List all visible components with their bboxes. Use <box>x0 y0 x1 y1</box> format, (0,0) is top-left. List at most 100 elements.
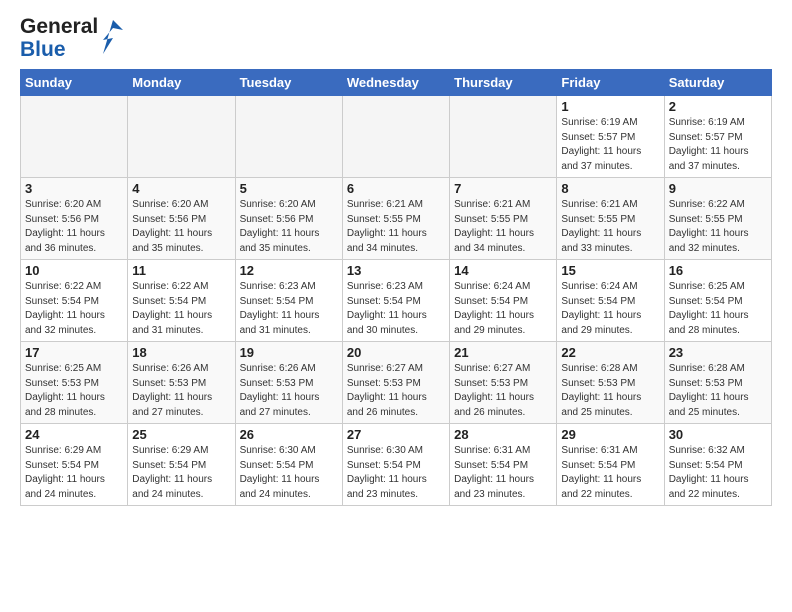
day-number: 12 <box>240 263 338 278</box>
calendar-cell: 30 Sunrise: 6:32 AM Sunset: 5:54 PM Dayli… <box>664 424 771 506</box>
cell-info: Sunrise: 6:23 AM Sunset: 5:54 PM Dayligh… <box>347 280 445 338</box>
logo-icon <box>102 18 124 61</box>
cell-info: Sunrise: 6:25 AM Sunset: 5:54 PM Dayligh… <box>669 280 767 338</box>
calendar-cell: 27Sunrise: 6:30 AM Sunset: 5:54 PM Dayli… <box>342 424 449 506</box>
calendar-cell: 12 Sunrise: 6:23 AM Sunset: 5:54 PM Dayli… <box>235 260 342 342</box>
cell-info: Sunrise: 6:25 AM Sunset: 5:53 PM Dayligh… <box>25 362 123 420</box>
header: General Blue <box>20 16 772 61</box>
logo-general: General <box>20 16 98 38</box>
weekday-header-sunday: Sunday <box>21 70 128 96</box>
day-number: 6 <box>347 181 445 196</box>
cell-info: Sunrise: 6:21 AM Sunset: 5:55 PM Dayligh… <box>561 198 659 256</box>
cell-info: Sunrise: 6:31 AM Sunset: 5:54 PM Dayligh… <box>561 444 659 502</box>
day-number: 24 <box>25 427 123 442</box>
calendar-cell: 8 Sunrise: 6:21 AM Sunset: 5:55 PM Daylig… <box>557 178 664 260</box>
cell-info: Sunrise: 6:20 AM Sunset: 5:56 PM Dayligh… <box>132 198 230 256</box>
day-number: 8 <box>561 181 659 196</box>
cell-info: Sunrise: 6:22 AM Sunset: 5:55 PM Dayligh… <box>669 198 767 256</box>
calendar-week-3: 10 Sunrise: 6:22 AM Sunset: 5:54 PM Dayli… <box>21 260 772 342</box>
weekday-header-monday: Monday <box>128 70 235 96</box>
calendar-cell: 13 Sunrise: 6:23 AM Sunset: 5:54 PM Dayli… <box>342 260 449 342</box>
day-number: 2 <box>669 99 767 114</box>
weekday-header-saturday: Saturday <box>664 70 771 96</box>
weekday-header-friday: Friday <box>557 70 664 96</box>
day-number: 19 <box>240 345 338 360</box>
calendar-cell: 25 Sunrise: 6:29 AM Sunset: 5:54 PM Dayli… <box>128 424 235 506</box>
calendar-cell: 18Sunrise: 6:26 AM Sunset: 5:53 PM Dayli… <box>128 342 235 424</box>
day-number: 25 <box>132 427 230 442</box>
day-number: 9 <box>669 181 767 196</box>
cell-info: Sunrise: 6:29 AM Sunset: 5:54 PM Dayligh… <box>132 444 230 502</box>
calendar-cell: 9 Sunrise: 6:22 AM Sunset: 5:55 PM Daylig… <box>664 178 771 260</box>
calendar-cell: 14Sunrise: 6:24 AM Sunset: 5:54 PM Dayli… <box>450 260 557 342</box>
day-number: 16 <box>669 263 767 278</box>
cell-info: Sunrise: 6:27 AM Sunset: 5:53 PM Dayligh… <box>347 362 445 420</box>
calendar-cell: 20Sunrise: 6:27 AM Sunset: 5:53 PM Dayli… <box>342 342 449 424</box>
weekday-header-thursday: Thursday <box>450 70 557 96</box>
calendar-week-1: 1 Sunrise: 6:19 AM Sunset: 5:57 PM Daylig… <box>21 96 772 178</box>
day-number: 22 <box>561 345 659 360</box>
cell-info: Sunrise: 6:19 AM Sunset: 5:57 PM Dayligh… <box>669 116 767 174</box>
cell-info: Sunrise: 6:22 AM Sunset: 5:54 PM Dayligh… <box>25 280 123 338</box>
cell-info: Sunrise: 6:31 AM Sunset: 5:54 PM Dayligh… <box>454 444 552 502</box>
calendar-cell: 1 Sunrise: 6:19 AM Sunset: 5:57 PM Daylig… <box>557 96 664 178</box>
day-number: 26 <box>240 427 338 442</box>
calendar-cell: 15Sunrise: 6:24 AM Sunset: 5:54 PM Dayli… <box>557 260 664 342</box>
cell-info: Sunrise: 6:19 AM Sunset: 5:57 PM Dayligh… <box>561 116 659 174</box>
logo-blue: Blue <box>20 39 98 61</box>
day-number: 4 <box>132 181 230 196</box>
cell-info: Sunrise: 6:20 AM Sunset: 5:56 PM Dayligh… <box>240 198 338 256</box>
calendar-cell <box>235 96 342 178</box>
calendar-cell: 23Sunrise: 6:28 AM Sunset: 5:53 PM Dayli… <box>664 342 771 424</box>
calendar-cell: 29 Sunrise: 6:31 AM Sunset: 5:54 PM Dayli… <box>557 424 664 506</box>
calendar-cell: 10 Sunrise: 6:22 AM Sunset: 5:54 PM Dayli… <box>21 260 128 342</box>
cell-info: Sunrise: 6:21 AM Sunset: 5:55 PM Dayligh… <box>454 198 552 256</box>
cell-info: Sunrise: 6:27 AM Sunset: 5:53 PM Dayligh… <box>454 362 552 420</box>
day-number: 30 <box>669 427 767 442</box>
cell-info: Sunrise: 6:21 AM Sunset: 5:55 PM Dayligh… <box>347 198 445 256</box>
calendar-cell: 11 Sunrise: 6:22 AM Sunset: 5:54 PM Dayli… <box>128 260 235 342</box>
day-number: 1 <box>561 99 659 114</box>
day-number: 17 <box>25 345 123 360</box>
calendar-cell <box>450 96 557 178</box>
day-number: 3 <box>25 181 123 196</box>
cell-info: Sunrise: 6:32 AM Sunset: 5:54 PM Dayligh… <box>669 444 767 502</box>
calendar-cell: 7 Sunrise: 6:21 AM Sunset: 5:55 PM Daylig… <box>450 178 557 260</box>
calendar-cell: 26 Sunrise: 6:30 AM Sunset: 5:54 PM Dayli… <box>235 424 342 506</box>
calendar-week-4: 17 Sunrise: 6:25 AM Sunset: 5:53 PM Dayli… <box>21 342 772 424</box>
calendar-cell: 24 Sunrise: 6:29 AM Sunset: 5:54 PM Dayli… <box>21 424 128 506</box>
calendar-cell: 28 Sunrise: 6:31 AM Sunset: 5:54 PM Dayli… <box>450 424 557 506</box>
calendar-cell: 17 Sunrise: 6:25 AM Sunset: 5:53 PM Dayli… <box>21 342 128 424</box>
day-number: 11 <box>132 263 230 278</box>
calendar-cell: 21 Sunrise: 6:27 AM Sunset: 5:53 PM Dayli… <box>450 342 557 424</box>
day-number: 21 <box>454 345 552 360</box>
calendar-cell <box>128 96 235 178</box>
cell-info: Sunrise: 6:24 AM Sunset: 5:54 PM Dayligh… <box>454 280 552 338</box>
calendar-cell <box>342 96 449 178</box>
cell-info: Sunrise: 6:20 AM Sunset: 5:56 PM Dayligh… <box>25 198 123 256</box>
page: General Blue SundayMondayTuesdayWednesda… <box>0 0 792 518</box>
cell-info: Sunrise: 6:24 AM Sunset: 5:54 PM Dayligh… <box>561 280 659 338</box>
day-number: 29 <box>561 427 659 442</box>
calendar-cell: 22Sunrise: 6:28 AM Sunset: 5:53 PM Dayli… <box>557 342 664 424</box>
day-number: 18 <box>132 345 230 360</box>
weekday-header-wednesday: Wednesday <box>342 70 449 96</box>
calendar-week-2: 3 Sunrise: 6:20 AM Sunset: 5:56 PM Daylig… <box>21 178 772 260</box>
day-number: 28 <box>454 427 552 442</box>
logo: General Blue <box>20 16 124 61</box>
day-number: 10 <box>25 263 123 278</box>
cell-info: Sunrise: 6:26 AM Sunset: 5:53 PM Dayligh… <box>240 362 338 420</box>
day-number: 13 <box>347 263 445 278</box>
calendar-cell: 16 Sunrise: 6:25 AM Sunset: 5:54 PM Dayli… <box>664 260 771 342</box>
day-number: 5 <box>240 181 338 196</box>
weekday-header-tuesday: Tuesday <box>235 70 342 96</box>
cell-info: Sunrise: 6:29 AM Sunset: 5:54 PM Dayligh… <box>25 444 123 502</box>
cell-info: Sunrise: 6:23 AM Sunset: 5:54 PM Dayligh… <box>240 280 338 338</box>
cell-info: Sunrise: 6:30 AM Sunset: 5:54 PM Dayligh… <box>240 444 338 502</box>
day-number: 7 <box>454 181 552 196</box>
cell-info: Sunrise: 6:22 AM Sunset: 5:54 PM Dayligh… <box>132 280 230 338</box>
calendar-cell <box>21 96 128 178</box>
calendar-week-5: 24 Sunrise: 6:29 AM Sunset: 5:54 PM Dayli… <box>21 424 772 506</box>
calendar-cell: 19 Sunrise: 6:26 AM Sunset: 5:53 PM Dayli… <box>235 342 342 424</box>
day-number: 23 <box>669 345 767 360</box>
